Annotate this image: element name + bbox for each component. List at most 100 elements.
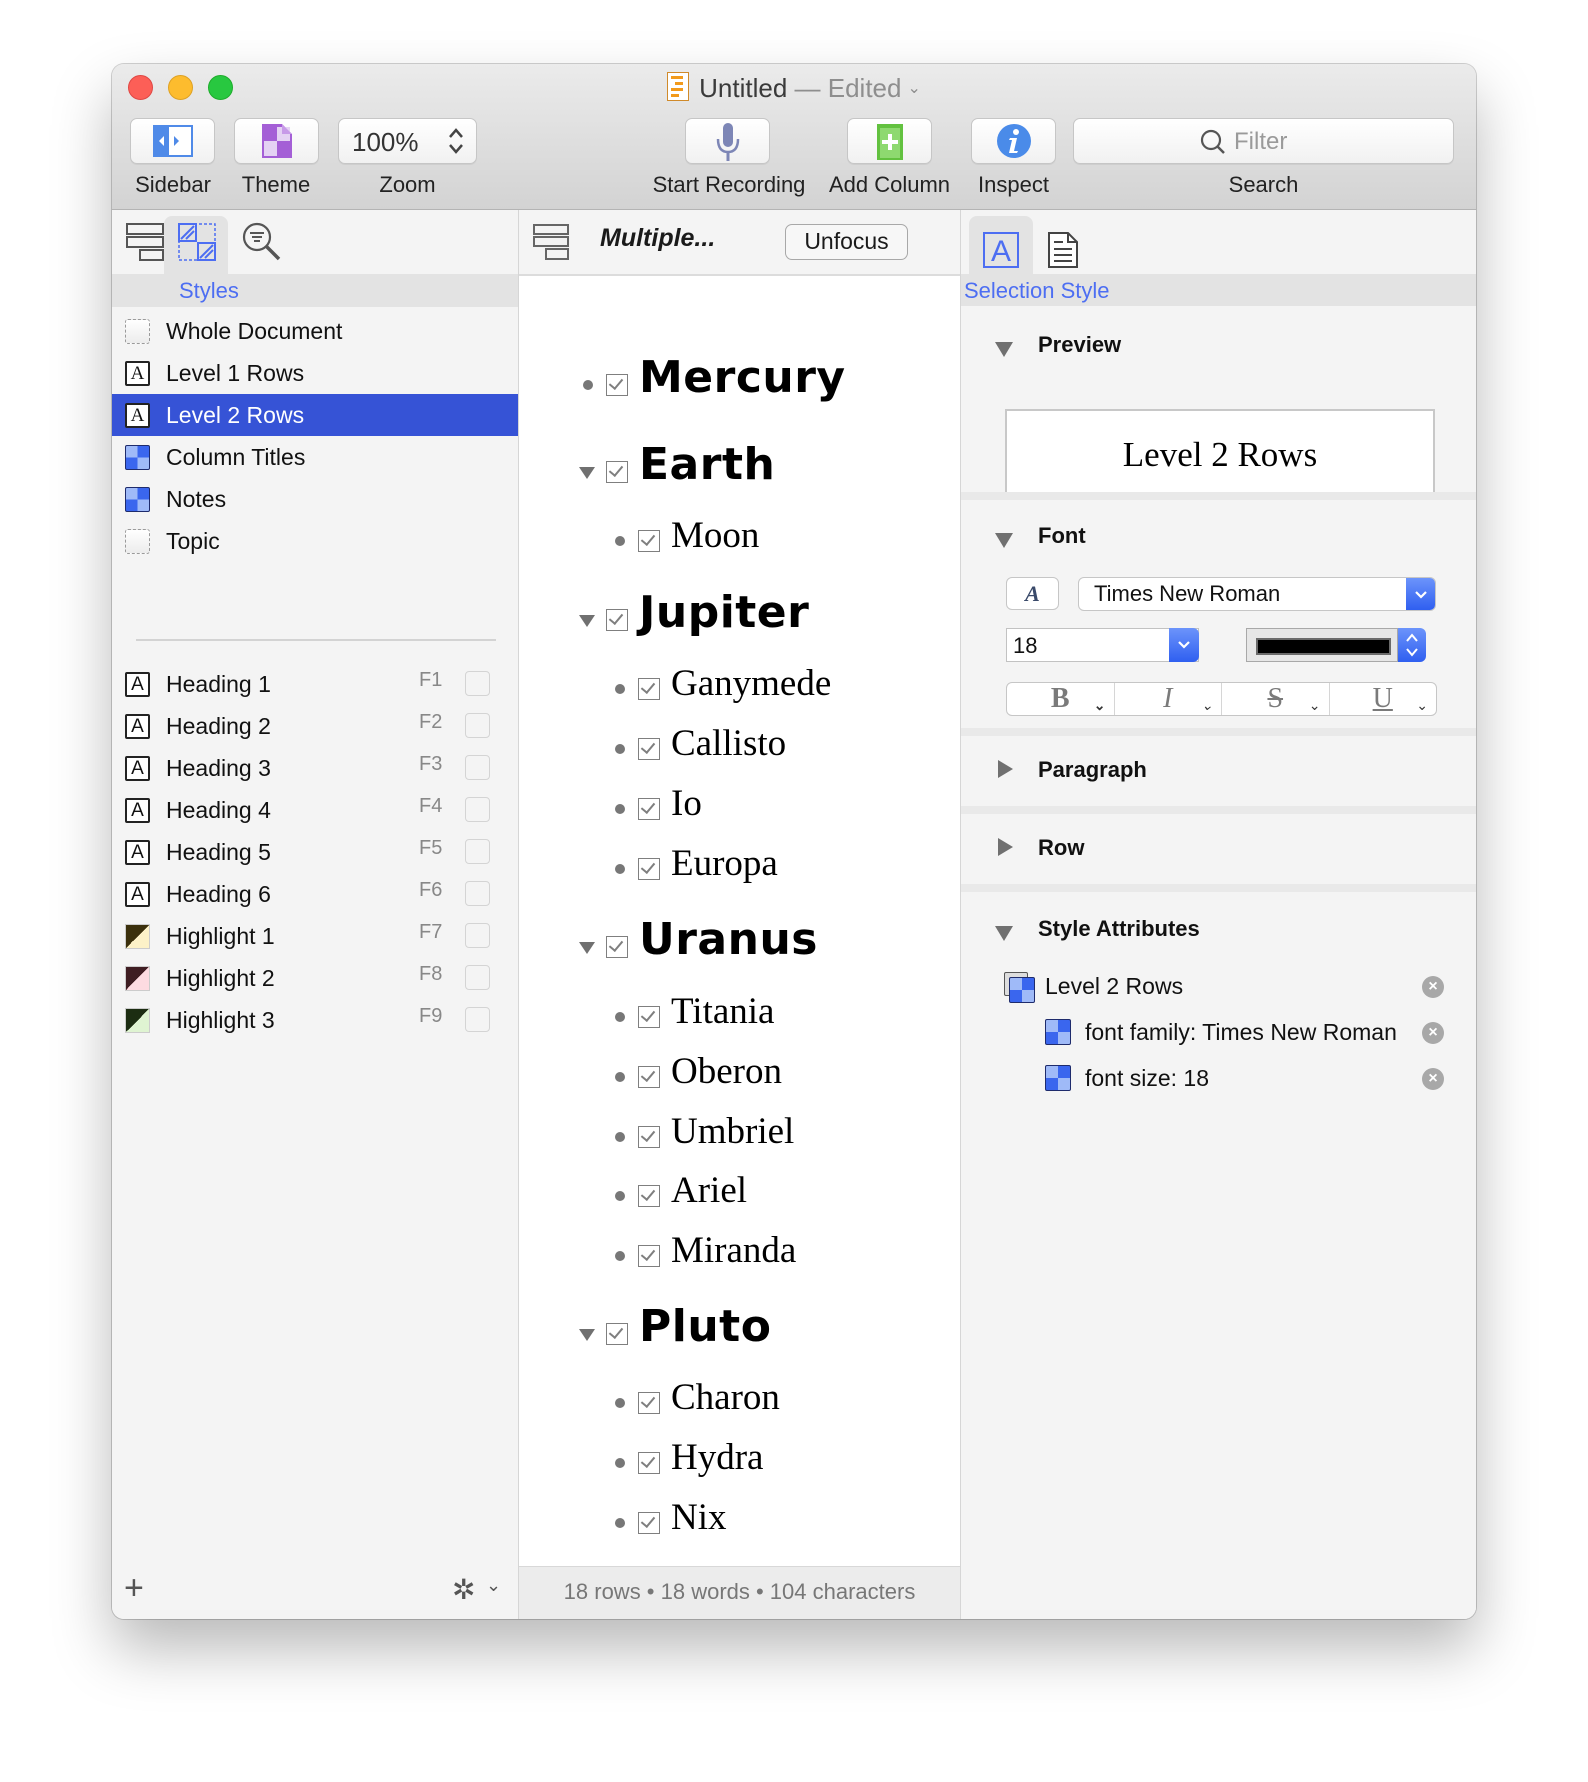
bullet-icon[interactable] (615, 1518, 625, 1528)
row-checkbox[interactable] (638, 1185, 660, 1207)
bold-button[interactable]: B ⌄ (1007, 683, 1115, 715)
apply-style-checkbox[interactable] (465, 671, 490, 696)
apply-style-checkbox[interactable] (465, 839, 490, 864)
disclosure-expanded-icon[interactable] (995, 926, 1013, 941)
outline-row[interactable]: Miranda (519, 1230, 960, 1281)
row-checkbox[interactable] (638, 1512, 660, 1534)
row-text[interactable]: Oberon (671, 1050, 782, 1093)
font-color-well[interactable] (1246, 628, 1398, 662)
outline-row[interactable]: Nix (519, 1496, 960, 1548)
disclosure-triangle-icon[interactable] (579, 615, 595, 627)
bullet-icon[interactable] (615, 1191, 625, 1201)
gear-chevron-down-icon[interactable]: ⌄ (486, 1575, 501, 1596)
row-text[interactable]: Jupiter (639, 587, 809, 638)
row-checkbox[interactable] (638, 798, 660, 820)
row-text[interactable]: Ganymede (671, 662, 831, 705)
row-checkbox[interactable] (638, 1245, 660, 1267)
disclosure-triangle-icon[interactable] (579, 467, 595, 479)
add-style-button[interactable]: + (124, 1569, 144, 1608)
row-text[interactable]: Pluto (639, 1301, 771, 1352)
outline-row[interactable]: Ariel (519, 1169, 960, 1221)
outline-row[interactable]: Hydra (519, 1436, 960, 1488)
outline-row[interactable]: Umbriel (519, 1110, 960, 1162)
row-text[interactable]: Europa (671, 842, 778, 885)
zoom-stepper[interactable]: 100% (338, 118, 477, 164)
italic-button[interactable]: I ⌄ (1115, 683, 1222, 715)
row-heading[interactable]: Row (1038, 835, 1084, 861)
style-item[interactable]: Column Titles (112, 436, 518, 478)
font-heading[interactable]: Font (1038, 523, 1086, 549)
paragraph-heading[interactable]: Paragraph (1038, 757, 1147, 783)
disclosure-expanded-icon[interactable] (995, 533, 1013, 548)
style-item[interactable]: Topic (112, 520, 518, 562)
bullet-icon[interactable] (615, 804, 625, 814)
inspect-button[interactable] (971, 118, 1056, 164)
row-text[interactable]: Uranus (639, 914, 818, 965)
outline-row[interactable]: Jupiter (519, 587, 960, 645)
row-text[interactable]: Hydra (671, 1436, 763, 1479)
named-style-item[interactable]: Highlight 3 F9 (112, 999, 518, 1041)
font-family-popup[interactable]: Times New Roman (1078, 577, 1436, 611)
bullet-icon[interactable] (615, 1251, 625, 1261)
font-panel-button[interactable]: A (1006, 577, 1059, 610)
row-checkbox[interactable] (638, 1452, 660, 1474)
row-checkbox[interactable] (606, 936, 628, 958)
named-style-item[interactable]: A Heading 6 F6 (112, 873, 518, 915)
apply-style-checkbox[interactable] (465, 965, 490, 990)
row-checkbox[interactable] (638, 1392, 660, 1414)
color-stepper[interactable] (1398, 628, 1426, 662)
row-text[interactable]: Nix (671, 1496, 727, 1539)
preview-heading[interactable]: Preview (1038, 332, 1121, 358)
start-recording-button[interactable] (685, 118, 770, 164)
row-checkbox[interactable] (606, 461, 628, 483)
row-text[interactable]: Mercury (639, 352, 846, 403)
outline-row[interactable]: Io (519, 782, 960, 834)
outline-row[interactable]: Pluto (519, 1301, 960, 1359)
bullet-icon[interactable] (615, 1132, 625, 1142)
unfocus-button[interactable]: Unfocus (785, 224, 908, 260)
strikethrough-button[interactable]: S ⌄ (1222, 683, 1330, 715)
row-checkbox[interactable] (638, 678, 660, 700)
named-style-item[interactable]: Highlight 1 F7 (112, 915, 518, 957)
bullet-icon[interactable] (615, 864, 625, 874)
outline-row[interactable]: Oberon (519, 1050, 960, 1102)
row-text[interactable]: Titania (671, 990, 774, 1033)
bullet-icon[interactable] (583, 380, 593, 390)
row-checkbox[interactable] (638, 738, 660, 760)
row-text[interactable]: Io (671, 782, 702, 825)
apply-style-checkbox[interactable] (465, 713, 490, 738)
style-item[interactable]: Whole Document (112, 310, 518, 352)
outline-row[interactable]: Ganymede (519, 662, 960, 714)
outline-row[interactable]: Charon (519, 1377, 960, 1428)
theme-button[interactable] (234, 118, 319, 164)
named-style-item[interactable]: A Heading 3 F3 (112, 747, 518, 789)
named-style-item[interactable]: Highlight 2 F8 (112, 957, 518, 999)
outline-row[interactable]: Callisto (519, 722, 960, 774)
search-field[interactable]: Filter (1073, 118, 1454, 164)
add-column-button[interactable] (847, 118, 932, 164)
disclosure-triangle-icon[interactable] (579, 1329, 595, 1341)
row-checkbox[interactable] (638, 858, 660, 880)
apply-style-checkbox[interactable] (465, 797, 490, 822)
row-text[interactable]: Ariel (671, 1169, 747, 1212)
row-text[interactable]: Callisto (671, 722, 786, 765)
bullet-icon[interactable] (615, 1398, 625, 1408)
window-title[interactable]: Untitled — Edited ⌄ (112, 70, 1476, 107)
named-style-item[interactable]: A Heading 5 F5 (112, 831, 518, 873)
named-style-item[interactable]: A Heading 2 F2 (112, 705, 518, 747)
disclosure-collapsed-icon[interactable] (998, 760, 1013, 778)
style-item[interactable]: A Level 1 Rows (112, 352, 518, 394)
row-checkbox[interactable] (638, 1126, 660, 1148)
outline-tab-icon[interactable] (126, 223, 164, 261)
bullet-icon[interactable] (615, 1072, 625, 1082)
styles-tab-icon[interactable] (178, 223, 216, 261)
bullet-icon[interactable] (615, 684, 625, 694)
row-checkbox[interactable] (606, 1323, 628, 1345)
search-filter-tab-icon[interactable] (242, 222, 282, 262)
outline-row[interactable]: Titania (519, 990, 960, 1042)
selection-style-tab-icon[interactable]: A (983, 232, 1019, 268)
outline-row[interactable]: Europa (519, 842, 960, 894)
row-text[interactable]: Moon (671, 514, 759, 557)
bullet-icon[interactable] (615, 744, 625, 754)
row-text[interactable]: Umbriel (671, 1110, 794, 1153)
